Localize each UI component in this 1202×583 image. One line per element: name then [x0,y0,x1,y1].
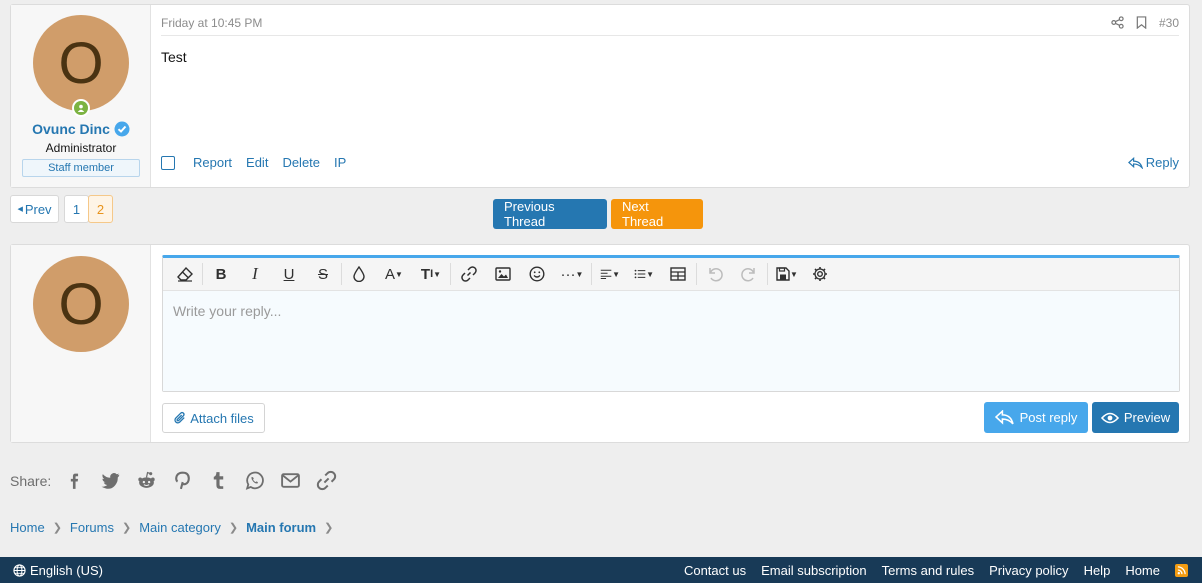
post-date[interactable]: Friday at 10:45 PM [161,16,262,35]
post-article: O Ovunc Dinc Administrator Staff member … [10,4,1190,188]
pagination: ◀ Prev 1 2 [10,195,113,223]
chevron-right-icon: ❯ [324,522,334,534]
drafts-icon[interactable]: ▼ [769,259,805,289]
breadcrumb-main-forum[interactable]: Main forum [246,520,316,535]
avatar[interactable]: O [33,15,129,111]
email-icon[interactable] [280,470,301,491]
paperclip-icon [174,411,185,423]
text-color-icon[interactable] [343,259,375,289]
reply-link[interactable]: Reply [1127,155,1179,170]
toolbar-divider [341,263,342,285]
page-1-link[interactable]: 1 [64,195,89,223]
reply-icon [994,410,1014,425]
attach-files-button[interactable]: Attach files [162,403,265,433]
prev-page-button[interactable]: ◀ Prev [10,195,59,223]
chevron-right-icon: ❯ [228,522,239,534]
terms-and-rules-link[interactable]: Terms and rules [882,563,974,578]
eye-icon [1100,412,1119,423]
staff-badge: Staff member [22,159,140,177]
ip-link[interactable]: IP [334,155,346,170]
username-link[interactable]: Ovunc Dinc [11,121,151,137]
edit-link[interactable]: Edit [246,155,268,170]
editor-toolbar: B I U S A ▼ T I ▼ ··· ▼ ▼ ▼ ▼ [163,258,1179,291]
tumblr-icon[interactable] [208,470,229,491]
insert-link-icon[interactable] [452,259,486,289]
breadcrumb-main-category[interactable]: Main category [139,520,221,535]
breadcrumb-home[interactable]: Home [10,520,45,535]
list-icon[interactable]: ▼ [627,259,661,289]
post-actions: Report Edit Delete IP Reply [161,155,1179,170]
align-icon[interactable]: ▼ [593,259,627,289]
thread-navigation: Previous Thread Next Thread [493,199,703,229]
font-family-icon[interactable]: A ▼ [375,259,413,289]
globe-icon [13,563,26,577]
user-title: Administrator [45,141,117,155]
toolbar-divider [591,263,592,285]
preview-button[interactable]: Preview [1092,402,1179,433]
select-post-checkbox[interactable] [161,155,175,170]
reply-textarea[interactable]: Write your reply... [163,291,1179,391]
quick-reply: O B I U S A ▼ T I ▼ ··· ▼ ▼ ▼ ▼ Write yo… [10,244,1190,443]
post-user-block: O Ovunc Dinc Administrator Staff member [11,5,151,187]
quick-reply-user: O [11,245,151,442]
help-link[interactable]: Help [1084,563,1111,578]
facebook-icon[interactable] [64,470,85,491]
email-subscription-link[interactable]: Email subscription [761,563,867,578]
undo-icon[interactable] [698,259,732,289]
clear-formatting-icon[interactable] [169,259,201,289]
whatsapp-icon[interactable] [244,470,265,491]
chevron-right-icon: ❯ [121,522,132,534]
emoji-icon[interactable] [520,259,554,289]
rss-icon[interactable] [1175,563,1188,577]
post-main: Friday at 10:45 PM #30 Test Report Edit … [151,5,1189,187]
avatar[interactable]: O [33,256,129,352]
page-2-current[interactable]: 2 [88,195,113,223]
italic-icon[interactable]: I [238,259,272,289]
link-icon[interactable] [316,470,337,491]
language-selector[interactable]: English (US) [13,563,103,578]
breadcrumb-forums[interactable]: Forums [70,520,114,535]
contact-us-link[interactable]: Contact us [684,563,746,578]
delete-link[interactable]: Delete [282,155,320,170]
post-meta: Friday at 10:45 PM #30 [161,16,1179,36]
pinterest-icon[interactable] [172,470,193,491]
share-icon[interactable] [1111,16,1124,29]
home-link[interactable]: Home [1125,563,1160,578]
report-link[interactable]: Report [193,155,232,170]
bookmark-icon[interactable] [1136,16,1147,29]
toolbar-divider [450,263,451,285]
share-label: Share: [10,472,52,489]
share-bar: Share: [10,470,337,491]
post-content: Test [161,49,187,65]
font-size-icon[interactable]: T I ▼ [413,259,449,289]
online-status-icon [72,99,90,117]
footer-bar: English (US) Contact us Email subscripti… [0,557,1202,583]
toolbar-divider [202,263,203,285]
table-icon[interactable] [661,259,695,289]
previous-thread-button[interactable]: Previous Thread [493,199,607,229]
breadcrumb: Home ❯ Forums ❯ Main category ❯ Main for… [10,520,333,535]
next-thread-button[interactable]: Next Thread [611,199,703,229]
toolbar-divider [696,263,697,285]
reddit-icon[interactable] [136,470,157,491]
insert-image-icon[interactable] [486,259,520,289]
footer-links: Contact us Email subscription Terms and … [684,563,1202,578]
privacy-policy-link[interactable]: Privacy policy [989,563,1068,578]
redo-icon[interactable] [732,259,766,289]
reply-icon [1127,156,1143,169]
settings-gear-icon[interactable] [805,259,835,289]
chevron-right-icon: ❯ [52,522,62,534]
more-options-icon[interactable]: ··· ▼ [554,259,590,289]
bold-icon[interactable]: B [204,259,238,289]
strikethrough-icon[interactable]: S [306,259,340,289]
post-number[interactable]: #30 [1159,16,1179,30]
toolbar-divider [767,263,768,285]
twitter-icon[interactable] [100,470,121,491]
post-reply-button[interactable]: Post reply [984,402,1088,433]
rich-text-editor: B I U S A ▼ T I ▼ ··· ▼ ▼ ▼ ▼ Write your rep… [162,255,1180,392]
underline-icon[interactable]: U [272,259,306,289]
verified-icon [114,121,130,137]
chevron-left-icon: ◀ [17,206,23,213]
